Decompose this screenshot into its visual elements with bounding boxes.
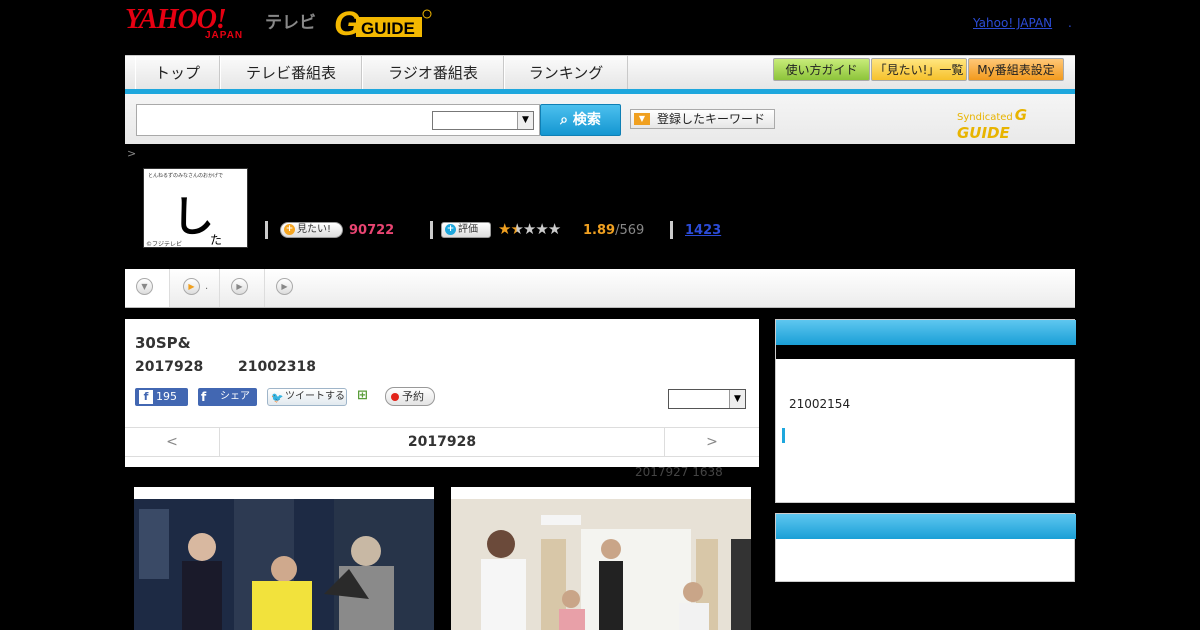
- sidebar-panel: 21002154: [775, 319, 1076, 503]
- facebook-share-button[interactable]: f シェア: [198, 388, 257, 406]
- search-category-select[interactable]: ▼: [432, 111, 534, 130]
- review-count-link[interactable]: 1423: [685, 223, 721, 238]
- subnav-item[interactable]: ▶ .: [170, 269, 220, 307]
- tweet-button[interactable]: 🐦 ツイートする: [267, 388, 347, 406]
- yahoo-japan-logo[interactable]: YAHOO! JAPAN: [125, 6, 263, 42]
- syndicated-label: Syndicated: [957, 112, 1013, 123]
- syndicated-gguide-logo: Syndicated G GUIDE: [957, 106, 1075, 142]
- record-dot-icon: [391, 393, 399, 401]
- plus-icon: +: [284, 224, 295, 235]
- sidebar-marker: [782, 428, 785, 443]
- facebook-like-button[interactable]: f 195: [135, 388, 188, 406]
- star-half-icon: ★: [510, 220, 523, 238]
- my-listings-settings-button[interactable]: My番組表設定: [968, 58, 1064, 81]
- next-date-button[interactable]: >: [664, 428, 759, 456]
- thumbnail-copyright: ©フジテレビ: [146, 241, 183, 248]
- twitter-bird-icon: 🐦: [271, 393, 284, 404]
- plus-icon: +: [445, 224, 456, 235]
- thumbnail-sub: た: [210, 233, 223, 247]
- add-calendar-icon[interactable]: ⊞: [357, 388, 373, 405]
- program-id: 21002318: [238, 359, 316, 375]
- arrow-down-icon: ▼: [634, 113, 650, 125]
- program-thumbnail: とんねるずのみなさんのおかげで し た ©フジテレビ: [143, 168, 248, 248]
- page: YAHOO! JAPAN テレビ G GUIDE Yahoo! JAPAN . …: [125, 0, 1076, 630]
- rating-stars: ★★★★★: [498, 220, 561, 238]
- sidebar-panel-header: [776, 320, 1076, 345]
- chevron-down-icon: ▼: [136, 278, 153, 295]
- rating-value: 1.89: [583, 223, 616, 238]
- rating-count: /569: [615, 223, 645, 238]
- sidebar-panel-2: [775, 513, 1076, 582]
- tab-top[interactable]: トップ: [135, 56, 220, 90]
- program-detail-panel: 30SP& 2017928 21002318 f 195 f シェア 🐦 ツイートする…: [125, 319, 759, 467]
- tab-radio-listings[interactable]: ラジオ番組表: [362, 56, 504, 90]
- program-stats: + 見たい! 90722 + 評価 ★★★★★ 1.89/569 1423: [265, 220, 865, 242]
- sidebar-panel-subheader: [776, 345, 1076, 359]
- photo-2-image: [451, 499, 751, 630]
- subnav-item[interactable]: ▶: [265, 269, 305, 307]
- facebook-icon: f: [139, 390, 153, 404]
- registered-keywords-button[interactable]: ▼ 登録したキーワード: [630, 109, 775, 129]
- search-icon: ⌕: [560, 112, 568, 128]
- current-date: 2017928: [407, 434, 477, 450]
- sidebar-panel-2-header: [776, 514, 1076, 539]
- reserve-label: 予約: [402, 390, 424, 403]
- program-title: 30SP&: [135, 334, 191, 352]
- program-date: 2017928: [135, 359, 204, 375]
- rating-score: 1.89/569: [583, 223, 644, 238]
- program-photo-1[interactable]: [134, 487, 434, 630]
- search-button[interactable]: ⌕ 検索: [540, 104, 621, 136]
- rate-button[interactable]: + 評価: [441, 222, 491, 238]
- star-icon: ★: [547, 220, 561, 238]
- star-icon: ★: [535, 220, 548, 238]
- yahoo-japan-link[interactable]: Yahoo! JAPAN: [973, 16, 1052, 30]
- updated-timestamp: 2017927 1638: [635, 465, 723, 479]
- prev-date-button[interactable]: <: [125, 428, 220, 456]
- device-select[interactable]: ▼: [668, 389, 746, 409]
- reserve-button[interactable]: 予約: [385, 387, 435, 406]
- svg-text:GUIDE: GUIDE: [361, 19, 415, 38]
- divider: [265, 221, 268, 239]
- tv-logo-text[interactable]: テレビ: [265, 8, 316, 33]
- gguide-logo[interactable]: G GUIDE: [334, 5, 432, 43]
- like-count: 195: [156, 390, 177, 403]
- main-nav: トップ テレビ番組表 ラジオ番組表 ランキング 使い方ガイド 「見たい!」一覧 …: [125, 55, 1075, 92]
- photo-1-image: [134, 499, 434, 630]
- rate-button-label: 評価: [458, 224, 478, 235]
- chevron-down-icon: ▼: [517, 112, 533, 129]
- tab-ranking[interactable]: ランキング: [504, 56, 628, 90]
- subnav-item[interactable]: ▶: [220, 269, 265, 307]
- chevron-down-icon: ▼: [729, 390, 745, 408]
- japan-logo-text: JAPAN: [205, 30, 244, 41]
- date-navigation: < 2017928 >: [125, 427, 759, 457]
- tweet-label: ツイートする: [285, 391, 345, 402]
- header-separator: .: [1068, 16, 1072, 30]
- search-button-label: 検索: [572, 112, 601, 128]
- program-photo-2[interactable]: [451, 487, 751, 630]
- usage-guide-button[interactable]: 使い方ガイド: [773, 58, 870, 81]
- subnav-item-active[interactable]: ▼: [125, 269, 170, 307]
- play-icon: ▶: [276, 278, 293, 295]
- want-button-label: 見たい!: [297, 224, 332, 235]
- sub-nav: ▼ ▶ . ▶ ▶: [125, 269, 1075, 308]
- sidebar-number: 21002154: [789, 397, 851, 411]
- registered-keywords-label: 登録したキーワード: [657, 112, 766, 126]
- want-list-button[interactable]: 「見たい!」一覧: [871, 58, 967, 81]
- play-icon: ▶: [183, 278, 200, 295]
- play-icon: ▶: [231, 278, 248, 295]
- facebook-icon: f: [201, 390, 207, 404]
- want-count: 90722: [349, 223, 395, 238]
- breadcrumb[interactable]: >: [127, 147, 136, 160]
- star-icon: ★: [522, 220, 536, 238]
- want-button[interactable]: + 見たい!: [280, 222, 343, 238]
- tab-tv-listings[interactable]: テレビ番組表: [220, 56, 362, 90]
- search-area: ▼ ⌕ 検索 ▼ 登録したキーワード Syndicated G GUIDE: [125, 94, 1075, 144]
- thumbnail-glyph: し: [172, 192, 215, 241]
- divider: [670, 221, 673, 239]
- divider: [430, 221, 433, 239]
- share-label: シェア: [220, 391, 250, 402]
- thumbnail-caption: とんねるずのみなさんのおかげで: [148, 173, 224, 179]
- star-icon: ★: [498, 220, 511, 238]
- subnav-dot: .: [205, 281, 209, 292]
